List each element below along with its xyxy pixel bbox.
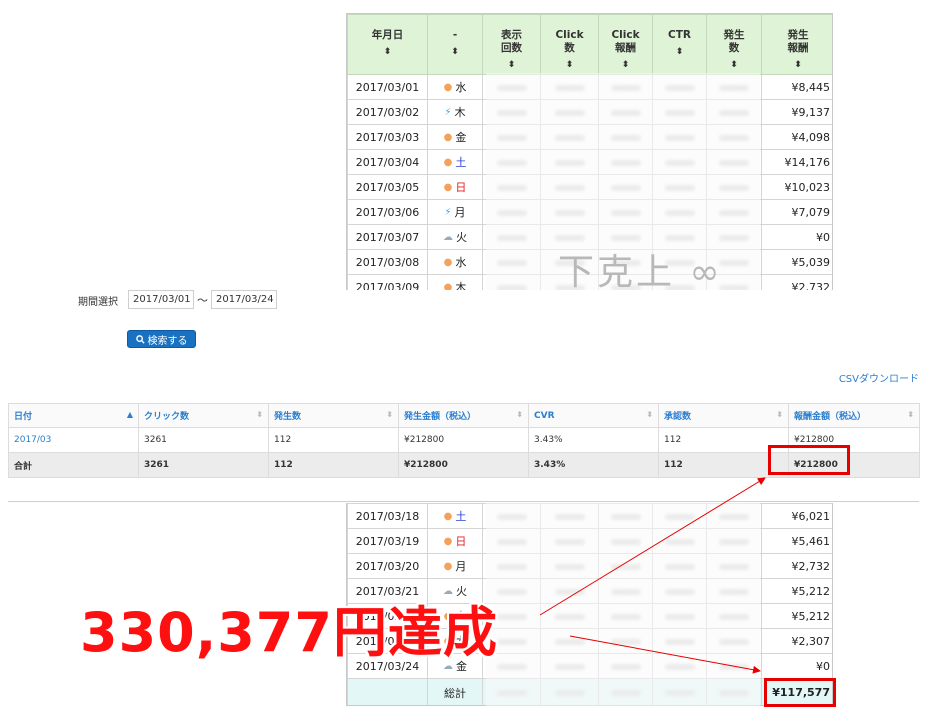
divider — [8, 501, 919, 502]
sun-weather-icon: ● — [443, 256, 453, 268]
sun-weather-icon: ● — [443, 560, 453, 572]
reward-cell: ¥5,039 — [761, 249, 832, 275]
weekday: 日 — [455, 181, 467, 194]
sun-weather-icon: ● — [443, 535, 453, 547]
reward-cell: ¥4,098 — [761, 124, 832, 150]
weekday: 木 — [454, 106, 466, 119]
search-button-label: 検索する — [147, 335, 188, 347]
col-clicks[interactable]: クリック数 ⬍ — [138, 403, 269, 428]
sort-icon[interactable]: ⬍ — [348, 46, 427, 59]
weekday: 土 — [455, 510, 467, 523]
daily-col-5[interactable]: CTR ⬍ — [652, 14, 707, 75]
weekday: 金 — [455, 131, 467, 144]
reward-cell: ¥7,079 — [761, 199, 832, 225]
weekday: 木 — [455, 281, 467, 290]
reward-cell: ¥5,212 — [761, 603, 832, 629]
reward-cell: ¥5,212 — [761, 578, 832, 604]
reward-cell: ¥0 — [761, 224, 832, 250]
daily-col-6[interactable]: 発生 数 ⬍ — [706, 14, 762, 75]
sort-icon[interactable]: ⬍ — [762, 59, 832, 72]
search-button[interactable]: 検索する — [127, 330, 196, 348]
sun-weather-icon: ● — [443, 281, 453, 291]
rain-weather-icon: ⚡ — [444, 206, 452, 218]
sort-icon[interactable]: ⬍ — [428, 46, 482, 59]
reward-cell: ¥5,461 — [761, 528, 832, 554]
daily-col-2[interactable]: 表示 回数 ⬍ — [482, 14, 541, 75]
col-reward[interactable]: 報酬金額（税込） ⬍ — [788, 403, 920, 428]
end-date-input[interactable]: 2017/03/24 — [211, 290, 277, 309]
reward-cell: ¥0 — [761, 653, 832, 679]
col-approved[interactable]: 承認数 ⬍ — [658, 403, 789, 428]
weekday: 月 — [454, 206, 466, 219]
weekday: 火 — [456, 231, 467, 244]
sun-weather-icon: ● — [443, 510, 453, 522]
sun-weather-icon: ● — [443, 81, 453, 93]
blurred-region — [486, 503, 760, 706]
daily-col-4[interactable]: Click 報酬 ⬍ — [598, 14, 653, 75]
daily-col-3[interactable]: Click 数 ⬍ — [540, 14, 599, 75]
highlight-box-daily-total — [764, 678, 836, 707]
start-date-input[interactable]: 2017/03/01 — [128, 290, 194, 309]
highlight-box-summary-total — [768, 445, 850, 475]
period-label: 期間選択 — [78, 297, 118, 308]
weekday: 土 — [455, 156, 467, 169]
range-tilde: 〜 — [197, 294, 208, 307]
reward-cell: ¥6,021 — [761, 503, 832, 529]
daily-col-0[interactable]: 年月日 ⬍ — [347, 14, 428, 75]
rain-weather-icon: ⚡ — [444, 106, 452, 118]
reward-cell: ¥14,176 — [761, 149, 832, 175]
sun-weather-icon: ● — [443, 181, 453, 193]
sort-icon[interactable]: ⬍ — [541, 59, 598, 72]
daily-table-header: 年月日 ⬍ - ⬍ 表示 回数 ⬍ Click 数 ⬍ Click 報酬 ⬍ CTR ⬍ 発生 数 ⬍ 発生… — [347, 14, 832, 75]
col-amount[interactable]: 発生金額（税込） ⬍ — [398, 403, 529, 428]
weekday: 水 — [455, 81, 467, 94]
daily-col-7[interactable]: 発生 報酬 ⬍ — [761, 14, 832, 75]
watermark: 下克上 ∞ — [558, 252, 723, 293]
sort-icon[interactable]: ⬍ — [707, 59, 761, 72]
summary-table-header: 日付 ▲ クリック数 ⬍ 発生数 ⬍ 発生金額（税込） ⬍ CVR ⬍ 承認数 ⬍ 報酬金額… — [8, 403, 920, 428]
col-date[interactable]: 日付 ▲ — [8, 403, 139, 428]
reward-cell: ¥2,732 — [761, 274, 832, 290]
sun-weather-icon: ● — [443, 156, 453, 168]
weekday: 月 — [455, 560, 467, 573]
col-occurrences[interactable]: 発生数 ⬍ — [268, 403, 399, 428]
sun-weather-icon: ● — [443, 131, 453, 143]
total-label: 総計 — [427, 678, 483, 705]
weekday: 水 — [455, 256, 467, 269]
search-icon — [135, 334, 145, 344]
sort-icon[interactable]: ⬍ — [653, 46, 706, 59]
col-cvr[interactable]: CVR ⬍ — [528, 403, 659, 428]
cloud-weather-icon: ☁ — [443, 231, 453, 243]
achievement-headline: 330,377円達成 — [80, 601, 498, 664]
reward-cell: ¥2,307 — [761, 628, 832, 654]
date-link[interactable]: 2017/03 — [14, 435, 51, 445]
weekday: 日 — [455, 535, 467, 548]
sort-icon[interactable]: ⬍ — [599, 59, 652, 72]
reward-cell: ¥2,732 — [761, 553, 832, 579]
sort-icon[interactable]: ⬍ — [483, 59, 540, 72]
daily-col-1[interactable]: - ⬍ — [427, 14, 483, 75]
reward-cell: ¥10,023 — [761, 174, 832, 200]
reward-cell: ¥9,137 — [761, 99, 832, 125]
reward-cell: ¥8,445 — [761, 74, 832, 100]
csv-download-link[interactable]: CSVダウンロード — [839, 370, 919, 385]
